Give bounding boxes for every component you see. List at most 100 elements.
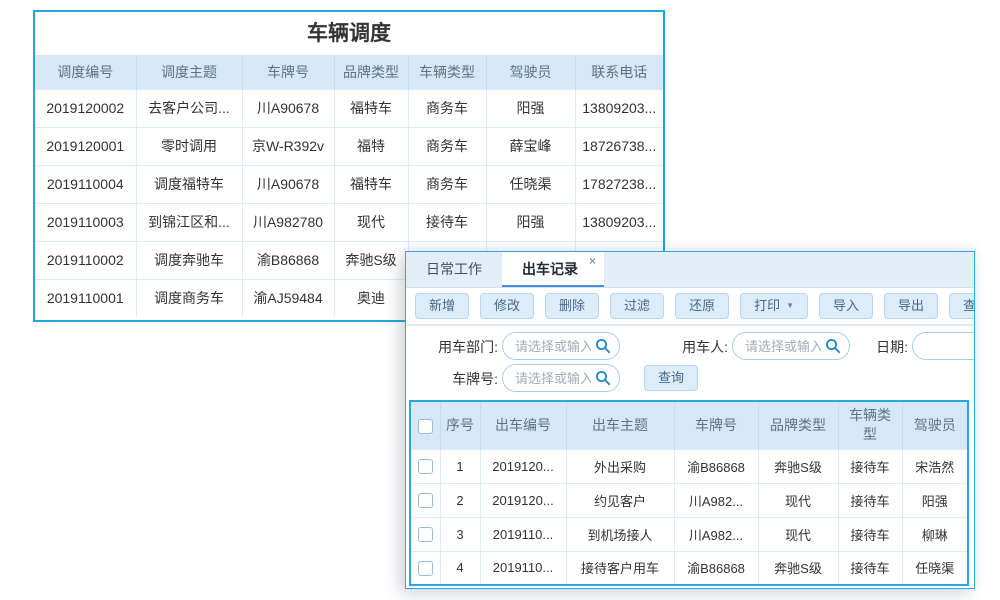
plate-link[interactable]: 川A982... (674, 517, 758, 551)
driver-link[interactable]: 任晓渠 (486, 165, 575, 203)
row-select-cell (410, 551, 440, 585)
plate-link[interactable]: 京W-R392v (242, 127, 334, 165)
date-input[interactable] (912, 332, 975, 360)
delete-button[interactable]: 删除 (545, 293, 599, 319)
driver-link[interactable]: 宋浩然 (902, 449, 968, 483)
plate-link[interactable]: 渝AJ59484 (242, 279, 334, 317)
row-checkbox[interactable] (418, 527, 433, 542)
row-checkbox[interactable] (418, 561, 433, 576)
table-row: 1 2019120... 外出采购 渝B86868 奔驰S级 接待车 宋浩然 (410, 449, 968, 483)
export-button[interactable]: 导出 (884, 293, 938, 319)
select-all-checkbox[interactable] (418, 419, 433, 434)
vehicle-type-cell: 接待车 (408, 203, 486, 241)
plate-link[interactable]: 川A982780 (242, 203, 334, 241)
view-log-button[interactable]: 查看日志 (949, 293, 975, 319)
plate-link[interactable]: 渝B86868 (674, 449, 758, 483)
driver-link[interactable]: 薛宝峰 (486, 127, 575, 165)
index-cell: 3 (440, 517, 480, 551)
dispatch-subject-link[interactable]: 去客户公司... (136, 89, 242, 127)
query-button[interactable]: 查询 (644, 365, 698, 391)
print-button[interactable]: 打印 ▼ (740, 293, 808, 319)
row-checkbox[interactable] (418, 459, 433, 474)
driver-link[interactable]: 阳强 (486, 203, 575, 241)
dispatch-id-link[interactable]: 2019110002 (35, 241, 136, 279)
import-button[interactable]: 导入 (819, 293, 873, 319)
trip-subject-link[interactable]: 到机场接人 (566, 517, 674, 551)
trip-id-link[interactable]: 2019110... (480, 551, 566, 585)
date-input-wrap (912, 332, 975, 360)
index-cell: 1 (440, 449, 480, 483)
table-row: 2 2019120... 约见客户 川A982... 现代 接待车 阳强 (410, 483, 968, 517)
driver-link[interactable]: 阳强 (486, 89, 575, 127)
vehicle-type-cell: 商务车 (408, 165, 486, 203)
user-label: 用车人: (658, 333, 728, 361)
brand-cell: 奔驰S级 (334, 241, 408, 279)
table-row: 3 2019110... 到机场接人 川A982... 现代 接待车 柳琳 (410, 517, 968, 551)
driver-link[interactable]: 阳强 (902, 483, 968, 517)
dispatch-id-link[interactable]: 2019120001 (35, 127, 136, 165)
col-plate: 车牌号 (242, 55, 334, 89)
table-row: 2019110004 调度福特车 川A90678 福特车 商务车 任晓渠 178… (35, 165, 663, 203)
vehicle-type-cell: 商务车 (408, 127, 486, 165)
dispatch-header-row: 调度编号 调度主题 车牌号 品牌类型 车辆类型 驾驶员 联系电话 (35, 55, 663, 89)
plate-link[interactable]: 川A90678 (242, 165, 334, 203)
dispatch-id-link[interactable]: 2019110004 (35, 165, 136, 203)
brand-cell: 奔驰S级 (758, 449, 838, 483)
vehicle-type-cell: 接待车 (838, 449, 902, 483)
tab-trip-records[interactable]: 出车记录 × (502, 252, 604, 287)
plate-link[interactable]: 渝B86868 (242, 241, 334, 279)
dispatch-subject-link[interactable]: 调度商务车 (136, 279, 242, 317)
print-label: 打印 (754, 294, 780, 318)
tab-bar: 日常工作 出车记录 × (406, 252, 974, 288)
search-icon[interactable] (595, 370, 611, 386)
driver-link[interactable]: 任晓渠 (902, 551, 968, 585)
row-checkbox[interactable] (418, 493, 433, 508)
trip-table-wrap: 序号 出车编号 出车主题 车牌号 品牌类型 车辆类型 驾驶员 1 2019120… (409, 400, 971, 586)
trip-records-window: 日常工作 出车记录 × 新增 修改 删除 过滤 还原 打印 ▼ 导入 导出 查看… (405, 251, 975, 589)
trip-subject-link[interactable]: 外出采购 (566, 449, 674, 483)
trip-id-link[interactable]: 2019120... (480, 483, 566, 517)
trip-id-link[interactable]: 2019120... (480, 449, 566, 483)
brand-cell: 奥迪 (334, 279, 408, 317)
trip-header-row: 序号 出车编号 出车主题 车牌号 品牌类型 车辆类型 驾驶员 (410, 401, 968, 449)
col-plate: 车牌号 (674, 401, 758, 449)
row-select-cell (410, 449, 440, 483)
col-trip-subject: 出车主题 (566, 401, 674, 449)
plate-link[interactable]: 渝B86868 (674, 551, 758, 585)
dispatch-subject-link[interactable]: 零时调用 (136, 127, 242, 165)
vehicle-type-cell: 接待车 (838, 483, 902, 517)
plate-link[interactable]: 川A982... (674, 483, 758, 517)
trip-id-link[interactable]: 2019110... (480, 517, 566, 551)
dispatch-subject-link[interactable]: 到锦江区和... (136, 203, 242, 241)
dispatch-id-link[interactable]: 2019120002 (35, 89, 136, 127)
phone-cell: 17827238... (575, 165, 663, 203)
brand-cell: 现代 (758, 517, 838, 551)
tab-daily-work[interactable]: 日常工作 (406, 252, 502, 287)
tab-label: 日常工作 (426, 261, 482, 277)
dispatch-subject-link[interactable]: 调度福特车 (136, 165, 242, 203)
table-row: 2019120002 去客户公司... 川A90678 福特车 商务车 阳强 1… (35, 89, 663, 127)
edit-button[interactable]: 修改 (480, 293, 534, 319)
col-index: 序号 (440, 401, 480, 449)
add-button[interactable]: 新增 (415, 293, 469, 319)
phone-cell: 13809203... (575, 203, 663, 241)
search-icon[interactable] (595, 338, 611, 354)
dispatch-id-link[interactable]: 2019110003 (35, 203, 136, 241)
col-vehicle-type: 车辆类型 (408, 55, 486, 89)
col-driver: 驾驶员 (486, 55, 575, 89)
table-row: 2019120001 零时调用 京W-R392v 福特 商务车 薛宝峰 1872… (35, 127, 663, 165)
plate-link[interactable]: 川A90678 (242, 89, 334, 127)
trip-subject-link[interactable]: 接待客户用车 (566, 551, 674, 585)
driver-link[interactable]: 柳琳 (902, 517, 968, 551)
index-cell: 4 (440, 551, 480, 585)
search-icon[interactable] (825, 338, 841, 354)
dispatch-subject-link[interactable]: 调度奔驰车 (136, 241, 242, 279)
restore-button[interactable]: 还原 (675, 293, 729, 319)
filter-button[interactable]: 过滤 (610, 293, 664, 319)
close-icon[interactable]: × (589, 254, 596, 268)
dispatch-id-link[interactable]: 2019110001 (35, 279, 136, 317)
col-phone: 联系电话 (575, 55, 663, 89)
phone-cell: 18726738... (575, 127, 663, 165)
page-title: 车辆调度 (35, 12, 663, 55)
trip-subject-link[interactable]: 约见客户 (566, 483, 674, 517)
